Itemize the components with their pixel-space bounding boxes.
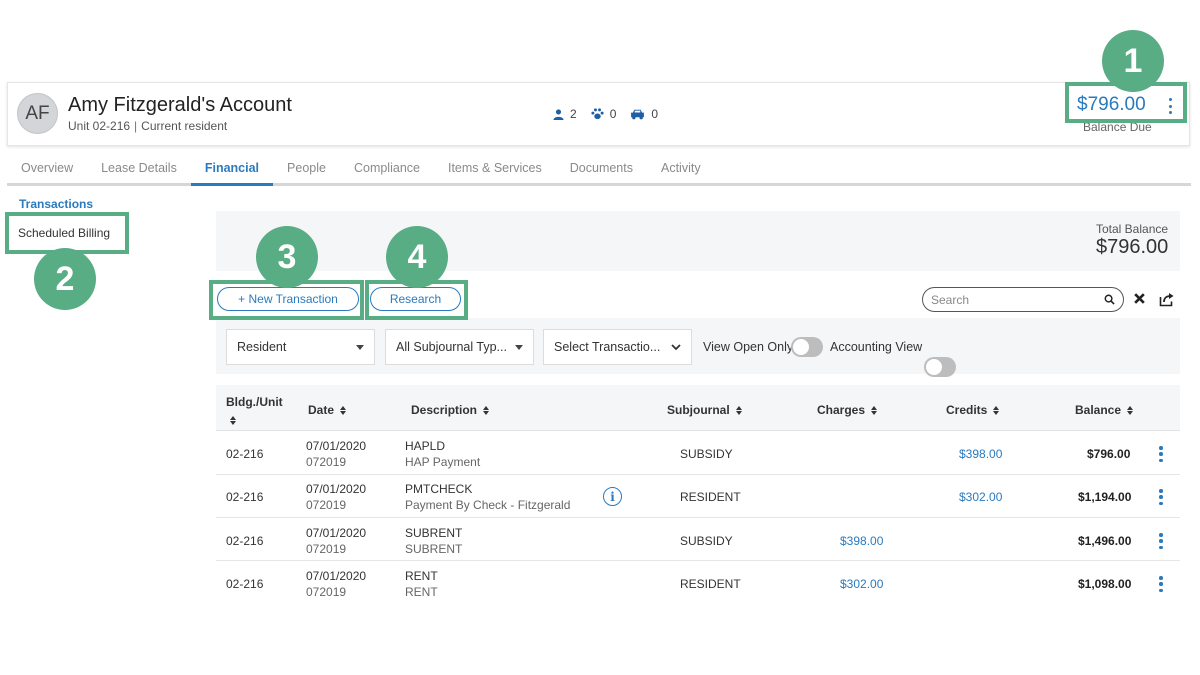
search-placeholder: Search: [931, 292, 970, 307]
person-icon: [553, 108, 564, 120]
tab-activity[interactable]: Activity: [647, 156, 715, 183]
callout-badge-4: 4: [386, 226, 448, 288]
row-menu-icon[interactable]: [1158, 533, 1164, 549]
cell-description: HAP Payment: [405, 455, 481, 469]
account-tabs: Overview Lease Details Financial People …: [7, 156, 1191, 186]
callout-badge-1: 1: [1102, 30, 1164, 92]
cell-unit: 02-216: [226, 447, 264, 461]
cell-charges[interactable]: $398.00: [840, 534, 883, 548]
cell-code: SUBRENT: [405, 526, 463, 540]
cell-description: RENT: [405, 585, 438, 599]
row-menu-icon[interactable]: [1158, 446, 1164, 462]
cell-subjournal: RESIDENT: [680, 490, 741, 504]
column-date[interactable]: Date: [308, 403, 347, 417]
column-credits[interactable]: Credits: [946, 403, 1000, 417]
tab-overview[interactable]: Overview: [7, 156, 87, 183]
cell-subjournal: SUBSIDY: [680, 534, 733, 548]
close-icon[interactable]: [1133, 292, 1146, 305]
unit-label: Unit 02-216: [68, 119, 131, 133]
occupants-count[interactable]: 2: [553, 107, 577, 121]
avatar: AF: [17, 93, 58, 134]
search-icon: [1104, 294, 1115, 305]
cell-batch: 072019: [306, 542, 347, 556]
account-title: Amy Fitzgerald's Account: [68, 94, 292, 116]
sort-icon: [735, 405, 742, 415]
cell-batch: 072019: [306, 585, 347, 599]
cell-batch: 072019: [306, 498, 347, 512]
cell-balance: $1,098.00: [1078, 577, 1132, 591]
cell-unit: 02-216: [226, 577, 264, 591]
cell-unit: 02-216: [226, 490, 264, 504]
tab-items-services[interactable]: Items & Services: [434, 156, 556, 183]
cell-description: SUBRENT: [405, 542, 463, 556]
sort-icon: [993, 405, 1000, 415]
cell-description: Payment By Check - Fitzgerald: [405, 498, 571, 512]
column-charges[interactable]: Charges: [817, 403, 878, 417]
cell-charges[interactable]: $302.00: [840, 577, 883, 591]
column-description[interactable]: Description: [411, 403, 490, 417]
vehicles-count[interactable]: 0: [630, 107, 658, 121]
accounting-view-toggle[interactable]: [924, 357, 956, 377]
transaction-select[interactable]: Select Transactio...: [543, 329, 692, 365]
export-icon[interactable]: [1159, 292, 1175, 307]
accounting-view-label: Accounting View: [830, 340, 923, 354]
cell-code: HAPLD: [405, 439, 446, 453]
sort-icon: [230, 416, 236, 425]
cell-balance: $1,496.00: [1078, 534, 1132, 548]
subjournal-type-select[interactable]: All Subjournal Typ...: [385, 329, 534, 365]
cell-balance: $796.00: [1087, 447, 1131, 461]
paw-icon: [591, 108, 604, 120]
column-balance[interactable]: Balance: [1075, 403, 1134, 417]
cell-date: 07/01/2020: [306, 439, 367, 453]
total-balance-label: Total Balance: [1096, 222, 1169, 236]
side-menu-transactions[interactable]: Transactions: [19, 197, 93, 211]
callout-badge-3: 3: [256, 226, 318, 288]
cell-date: 07/01/2020: [306, 569, 367, 583]
chevron-down-icon: [671, 343, 681, 350]
caret-down-icon: [515, 344, 523, 350]
column-bldg-unit[interactable]: Bldg./Unit: [226, 395, 283, 425]
search-input[interactable]: Search: [922, 287, 1124, 312]
tab-documents[interactable]: Documents: [556, 156, 647, 183]
total-balance-value: $796.00: [1096, 236, 1169, 258]
cell-batch: 072019: [306, 455, 347, 469]
info-icon[interactable]: i: [603, 487, 622, 506]
total-balance-panel: [216, 211, 1180, 271]
cell-credits[interactable]: $302.00: [959, 490, 1002, 504]
cell-subjournal: SUBSIDY: [680, 447, 733, 461]
cell-date: 07/01/2020: [306, 482, 367, 496]
tab-people[interactable]: People: [273, 156, 340, 183]
cell-code: PMTCHECK: [405, 482, 473, 496]
view-open-only-label: View Open Only: [703, 340, 794, 354]
sort-icon: [871, 405, 878, 415]
resident-status: Current resident: [141, 119, 228, 133]
pets-count[interactable]: 0: [591, 107, 616, 121]
sort-icon: [483, 405, 490, 415]
household-counts: 2 0 0: [553, 107, 672, 121]
tab-lease-details[interactable]: Lease Details: [87, 156, 191, 183]
cell-credits[interactable]: $398.00: [959, 447, 1002, 461]
row-menu-icon[interactable]: [1158, 576, 1164, 592]
callout-badge-2: 2: [34, 248, 96, 310]
cell-balance: $1,194.00: [1078, 490, 1132, 504]
tab-financial[interactable]: Financial: [190, 156, 274, 186]
row-menu-icon[interactable]: [1158, 489, 1164, 505]
account-subtitle: Unit 02-216 | Current resident: [68, 119, 228, 133]
cell-date: 07/01/2020: [306, 526, 367, 540]
cell-unit: 02-216: [226, 534, 264, 548]
column-subjournal[interactable]: Subjournal: [667, 403, 742, 417]
car-icon: [631, 109, 645, 119]
caret-down-icon: [356, 344, 364, 350]
cell-code: RENT: [405, 569, 438, 583]
sort-icon: [1127, 405, 1134, 415]
cell-subjournal: RESIDENT: [680, 577, 741, 591]
view-open-only-toggle[interactable]: [791, 337, 823, 357]
sort-icon: [340, 405, 347, 415]
tab-compliance[interactable]: Compliance: [340, 156, 434, 183]
resident-select[interactable]: Resident: [226, 329, 375, 365]
